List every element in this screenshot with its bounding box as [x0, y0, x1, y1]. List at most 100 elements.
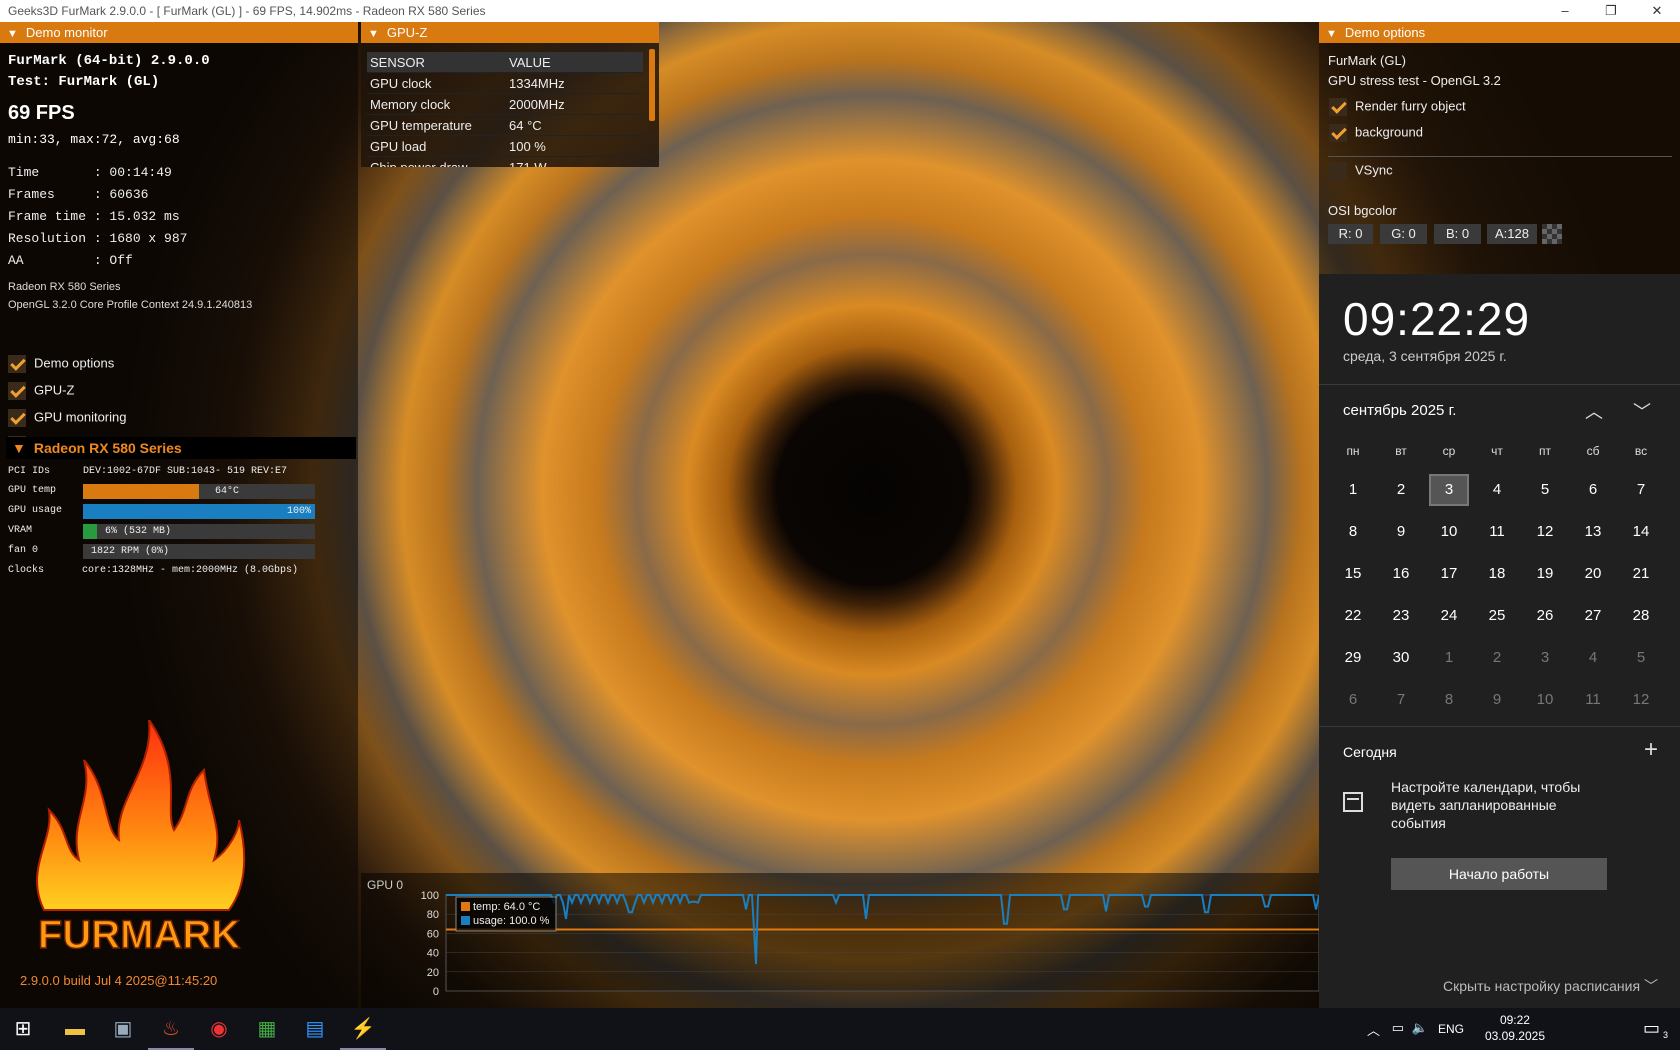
furmark-logo: FURMARK [24, 716, 254, 970]
get-started-button[interactable]: Начало работы [1391, 858, 1607, 890]
calendar-day[interactable]: 11 [1569, 680, 1617, 720]
calendar-day[interactable]: 27 [1569, 596, 1617, 636]
checkbox-demo-options[interactable]: Demo options [8, 355, 114, 375]
vram-label: VRAM [8, 525, 33, 536]
gpuz-panel: SENSOR VALUE GPU clock 1334MHz Memory clock… [361, 43, 659, 167]
file-explorer-icon[interactable]: ▬ [52, 1008, 98, 1050]
furmark-taskbar-icon[interactable]: ♨ [148, 1008, 194, 1050]
calendar-day[interactable]: 4 [1473, 470, 1521, 510]
prev-month-icon[interactable]: ︿ [1585, 398, 1603, 424]
gpu-monitor-header[interactable]: ▼ Radeon RX 580 Series [6, 437, 356, 459]
network-icon[interactable]: ▭ [1392, 1020, 1404, 1036]
checkbox-icon[interactable] [8, 409, 26, 427]
calendar-day[interactable]: 23 [1377, 596, 1425, 636]
checkbox-icon[interactable] [8, 382, 26, 400]
taskbar-time: 09:22 [1499, 1013, 1530, 1027]
bgcolor-a-field[interactable]: A:128 [1487, 224, 1537, 244]
divider [1328, 156, 1672, 157]
calendar-day[interactable]: 5 [1521, 470, 1569, 510]
calendar-day[interactable]: 29 [1329, 638, 1377, 678]
calendar-day[interactable]: 10 [1521, 680, 1569, 720]
checkbox-vsync[interactable]: VSync [1329, 162, 1393, 182]
checkbox-gpu-monitoring[interactable]: GPU monitoring [8, 409, 126, 429]
calendar-day[interactable]: 16 [1377, 554, 1425, 594]
close-button[interactable]: ✕ [1634, 0, 1680, 22]
calendar-day[interactable]: 2 [1377, 470, 1425, 510]
sensor-value: 100 % [506, 135, 643, 157]
calendar-day[interactable]: 6 [1569, 470, 1617, 510]
calendar-day[interactable]: 25 [1473, 596, 1521, 636]
calendar-day[interactable]: 10 [1425, 512, 1473, 552]
calendar-day[interactable]: 22 [1329, 596, 1377, 636]
collapse-triangle-icon: ▼ [7, 28, 18, 40]
app-icon[interactable]: ▤ [292, 1008, 338, 1050]
show-hidden-icons[interactable]: ︿ [1367, 1020, 1380, 1039]
checkbox-icon[interactable] [8, 355, 26, 373]
calendar-day[interactable]: 9 [1473, 680, 1521, 720]
checkbox-icon[interactable] [1329, 98, 1347, 116]
calendar-day[interactable]: 28 [1617, 596, 1665, 636]
clock-date[interactable]: среда, 3 сентября 2025 г. [1343, 348, 1507, 364]
collapse-triangle-icon: ▼ [368, 28, 379, 40]
calendar-day[interactable]: 4 [1569, 638, 1617, 678]
checkbox-icon[interactable] [1329, 162, 1347, 180]
bgcolor-g-field[interactable]: G: 0 [1380, 224, 1427, 244]
bgcolor-preview[interactable] [1542, 224, 1562, 244]
demo-monitor-header[interactable]: ▼ Demo monitor [0, 22, 358, 43]
checkbox-icon[interactable] [1329, 124, 1347, 142]
calendar-day[interactable]: 3 [1521, 638, 1569, 678]
bgcolor-b-field[interactable]: B: 0 [1434, 224, 1481, 244]
calendar-day[interactable]: 6 [1329, 680, 1377, 720]
maximize-button[interactable]: ❐ [1588, 0, 1634, 22]
window-title: Geeks3D FurMark 2.9.0.0 - [ FurMark (GL)… [8, 4, 486, 18]
calendar-day[interactable]: 12 [1521, 512, 1569, 552]
calendar-day[interactable]: 17 [1425, 554, 1473, 594]
next-month-icon[interactable]: ﹀ [1633, 398, 1651, 424]
app-icon[interactable]: ▣ [100, 1008, 146, 1050]
minimize-button[interactable]: – [1542, 0, 1588, 22]
language-indicator[interactable]: ENG [1438, 1022, 1464, 1036]
calendar-day[interactable]: 7 [1617, 470, 1665, 510]
calendar-day[interactable]: 5 [1617, 638, 1665, 678]
calendar-day[interactable]: 26 [1521, 596, 1569, 636]
calendar-day[interactable]: 21 [1617, 554, 1665, 594]
calendar-day[interactable]: 30 [1377, 638, 1425, 678]
calendar-day[interactable]: 7 [1377, 680, 1425, 720]
calendar-day[interactable]: 13 [1569, 512, 1617, 552]
checkbox-gpu-z[interactable]: GPU-Z [8, 382, 74, 402]
demo-options-header[interactable]: ▼ Demo options [1319, 22, 1680, 43]
volume-icon[interactable]: 🔈 [1412, 1020, 1428, 1036]
calendar-day[interactable]: 8 [1329, 512, 1377, 552]
notification-icon[interactable]: ▭ [1643, 1018, 1660, 1039]
calendar-day[interactable]: 19 [1521, 554, 1569, 594]
calendar-day[interactable]: 9 [1377, 512, 1425, 552]
calendar-month[interactable]: сентябрь 2025 г. [1343, 402, 1456, 419]
calendar-day[interactable]: 8 [1425, 680, 1473, 720]
hide-agenda-link[interactable]: Скрыть настройку расписания ﹀ [1443, 976, 1658, 996]
bgcolor-r-field[interactable]: R: 0 [1328, 224, 1373, 244]
calendar-day[interactable]: 1 [1425, 638, 1473, 678]
calendar-day[interactable]: 11 [1473, 512, 1521, 552]
calendar-day[interactable]: 14 [1617, 512, 1665, 552]
gpuz-header[interactable]: ▼ GPU-Z [361, 22, 659, 43]
gpuz-taskbar-icon[interactable]: ⚡ [340, 1008, 386, 1050]
app-icon[interactable]: ▦ [244, 1008, 290, 1050]
calendar-day[interactable]: 12 [1617, 680, 1665, 720]
calendar-day[interactable]: 2 [1473, 638, 1521, 678]
calendar-day[interactable]: 18 [1473, 554, 1521, 594]
checkbox-background[interactable]: background [1329, 124, 1423, 144]
checkbox-render-furry-object[interactable]: Render furry object [1329, 98, 1466, 118]
calendar-day[interactable]: 20 [1569, 554, 1617, 594]
start-windows-icon[interactable]: ⊞ [0, 1008, 46, 1050]
taskbar-date: 03.09.2025 [1484, 1029, 1545, 1043]
calendar-day-today[interactable]: 3 [1425, 470, 1473, 510]
calendar-day[interactable]: 15 [1329, 554, 1377, 594]
taskbar-clock[interactable]: 09:22 03.09.2025 [1485, 1013, 1545, 1043]
calendar-day[interactable]: 24 [1425, 596, 1473, 636]
add-event-icon[interactable]: + [1644, 736, 1658, 764]
gpuz-row: GPU load 100 % [367, 135, 643, 157]
weekday-label: чт [1491, 444, 1503, 458]
gpuz-scrollbar[interactable] [649, 49, 655, 121]
calendar-day[interactable]: 1 [1329, 470, 1377, 510]
chrome-icon[interactable]: ◉ [196, 1008, 242, 1050]
